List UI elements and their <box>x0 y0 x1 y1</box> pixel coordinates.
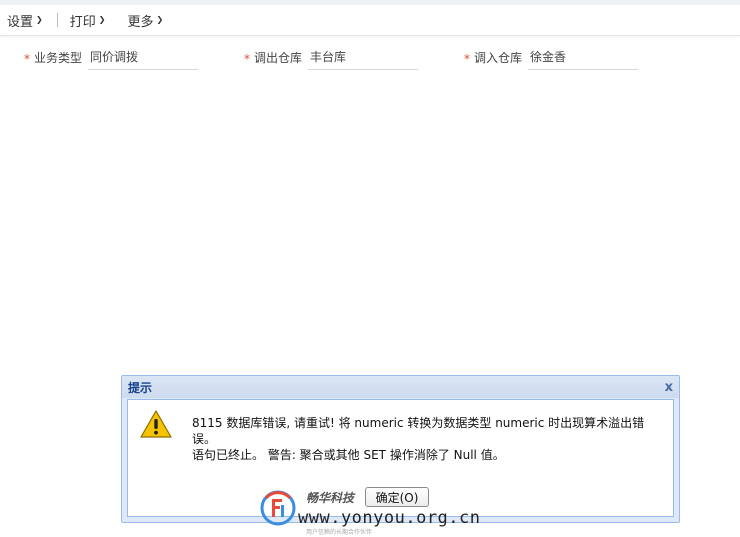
chevron-down-icon: ❯ <box>36 14 43 24</box>
more-menu-label: 更多 <box>127 14 154 30</box>
dialog-title-bar[interactable]: 提示 x <box>122 376 679 398</box>
print-menu[interactable]: 打印 ❯ <box>62 11 114 30</box>
watermark: 畅华科技 www.yonyou.org.cn 用户信赖的长期合作伙伴 <box>258 486 488 536</box>
more-menu[interactable]: 更多 ❯ <box>119 11 171 30</box>
company-logo-icon <box>260 490 296 526</box>
target-warehouse-field: * 调入仓库 徐金香 <box>464 46 639 70</box>
watermark-url: www.yonyou.org.cn <box>298 508 481 528</box>
close-icon[interactable]: x <box>665 381 673 394</box>
settings-menu-label: 设置 <box>7 14 34 30</box>
warning-icon <box>140 410 172 438</box>
target-warehouse-label: 调入仓库 <box>474 51 523 65</box>
source-warehouse-input[interactable]: 丰台库 <box>308 48 419 70</box>
required-mark: * <box>24 52 30 66</box>
required-mark: * <box>464 52 470 66</box>
toolbar: 设置 ❯ 打印 ❯ 更多 ❯ <box>0 5 740 36</box>
watermark-slogan: 用户信赖的长期合作伙伴 <box>306 529 373 536</box>
chevron-down-icon: ❯ <box>156 14 164 24</box>
watermark-company-name: 畅华科技 <box>306 491 355 505</box>
business-type-input[interactable]: 同价调拨 <box>88 48 199 70</box>
dialog-message-line-2: 语句已终止。 警告: 聚合或其他 SET 操作消除了 Null 值。 <box>192 448 505 462</box>
dialog-message: 8115 数据库错误, 请重试! 将 numeric 转换为数据类型 numer… <box>192 415 662 463</box>
required-mark: * <box>244 52 250 66</box>
dialog-message-line-1: 8115 数据库错误, 请重试! 将 numeric 转换为数据类型 numer… <box>192 416 645 446</box>
toolbar-divider <box>56 13 58 27</box>
source-warehouse-label: 调出仓库 <box>254 51 303 65</box>
print-menu-label: 打印 <box>69 14 96 30</box>
business-type-label: 业务类型 <box>34 51 83 65</box>
dialog-title: 提示 <box>128 380 153 395</box>
settings-menu[interactable]: 设置 ❯ <box>0 11 51 30</box>
business-type-field: * 业务类型 同价调拨 <box>24 46 199 70</box>
chevron-down-icon: ❯ <box>98 14 106 24</box>
target-warehouse-input[interactable]: 徐金香 <box>528 48 639 70</box>
source-warehouse-field: * 调出仓库 丰台库 <box>244 46 419 70</box>
